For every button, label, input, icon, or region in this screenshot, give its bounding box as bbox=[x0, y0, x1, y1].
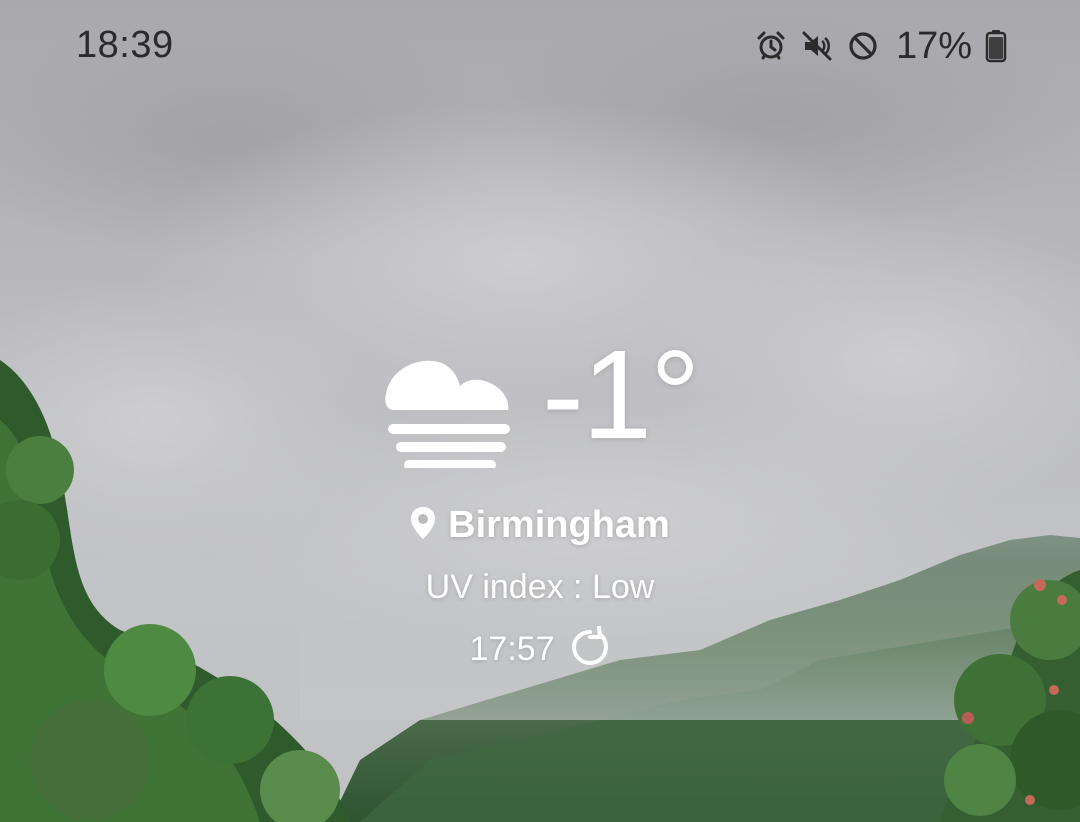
updated-time: 17:57 bbox=[469, 630, 555, 668]
battery-percent: 17% bbox=[895, 24, 972, 67]
update-row: 17:57 bbox=[0, 625, 1080, 673]
status-bar: 18:39 17% bbox=[0, 0, 1080, 92]
location-pin-icon bbox=[410, 506, 436, 545]
status-time: 18:39 bbox=[76, 24, 174, 66]
location-row: Birmingham bbox=[0, 504, 1080, 547]
status-icons: 17% bbox=[754, 24, 1008, 68]
location-name: Birmingham bbox=[448, 504, 670, 546]
weather-top-row: -1° bbox=[382, 332, 722, 480]
temperature: -1° bbox=[542, 324, 700, 465]
uv-index: UV index : Low bbox=[425, 568, 655, 606]
refresh-icon[interactable] bbox=[569, 625, 611, 673]
do-not-disturb-icon bbox=[846, 29, 880, 63]
fog-icon bbox=[382, 348, 514, 470]
mute-icon bbox=[800, 29, 834, 63]
alarm-icon bbox=[754, 29, 788, 63]
battery-icon bbox=[984, 29, 1008, 63]
